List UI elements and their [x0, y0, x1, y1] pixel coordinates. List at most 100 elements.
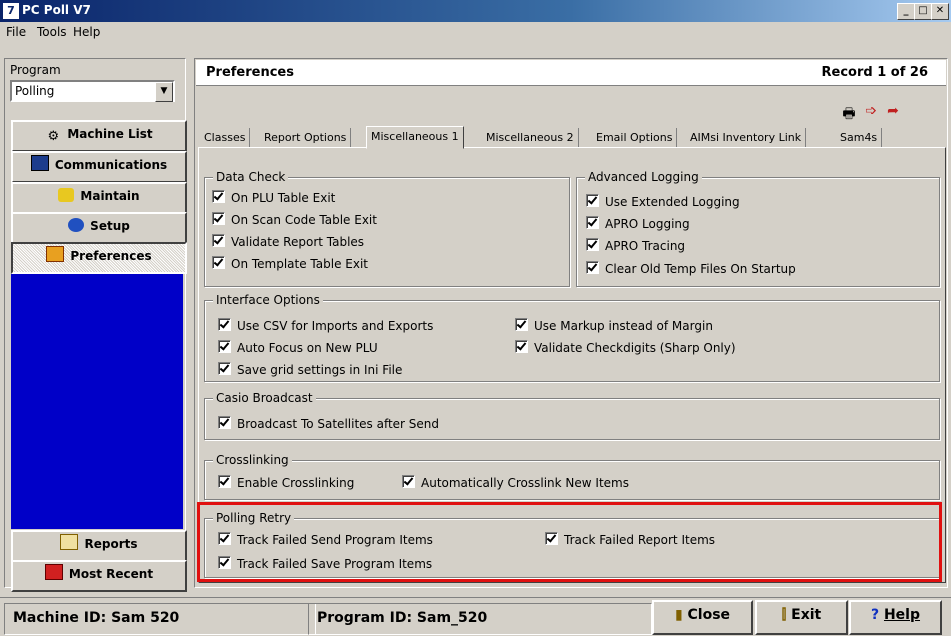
checkbox-checked-icon [218, 475, 231, 488]
window-title: PC Poll V7 [22, 3, 91, 17]
nav-most-recent-button[interactable]: Most Recent [11, 560, 187, 592]
checkbox-checked-icon [586, 216, 599, 229]
page-header: Preferences Record 1 of 26 [196, 60, 946, 86]
checkbox-checked-icon [218, 416, 231, 429]
nav-label: Reports [84, 537, 138, 551]
checkbox-save-grid-settings[interactable]: Save grid settings in Ini File [218, 362, 402, 377]
nav-preferences-button[interactable]: Preferences [11, 242, 187, 274]
checkbox-label: Enable Crosslinking [237, 476, 355, 490]
checkbox-validate-report-tables[interactable]: Validate Report Tables [212, 234, 364, 249]
checkbox-checked-icon [586, 238, 599, 251]
highlight-box [197, 502, 942, 582]
checkbox-label: APRO Tracing [605, 239, 686, 253]
menu-tools[interactable]: Tools [37, 25, 67, 39]
checkbox-checked-icon [586, 261, 599, 274]
checkbox-auto-focus-new-plu[interactable]: Auto Focus on New PLU [218, 340, 378, 355]
nav-machine-list-button[interactable]: ⚙ Machine List [11, 120, 187, 152]
checkbox-label: Validate Checkdigits (Sharp Only) [534, 341, 736, 355]
exit-label: Exit [791, 607, 822, 623]
setup-gear-icon [68, 218, 85, 232]
checkbox-on-scan-code-table-exit[interactable]: On Scan Code Table Exit [212, 212, 377, 227]
exit-icon: ⫿ [781, 607, 787, 623]
program-select-value: Polling [15, 84, 55, 98]
tab-miscellaneous-2[interactable]: Miscellaneous 2 [482, 128, 579, 147]
checkbox-checked-icon [515, 318, 528, 331]
print-icon[interactable]: 🖶 [840, 103, 858, 122]
checkbox-checked-icon [212, 190, 225, 203]
checkbox-checked-icon [218, 362, 231, 375]
nav-reports-button[interactable]: Reports [11, 530, 187, 562]
menu-help[interactable]: Help [73, 25, 100, 39]
checkbox-validate-checkdigits[interactable]: Validate Checkdigits (Sharp Only) [515, 340, 736, 355]
group-title: Data Check [213, 170, 289, 184]
nav-label: Communications [54, 158, 168, 172]
menu-file[interactable]: File [6, 25, 26, 39]
nav-communications-button[interactable]: Communications [11, 151, 187, 183]
checkbox-checked-icon [218, 318, 231, 331]
checkbox-label: Broadcast To Satellites after Send [237, 417, 440, 431]
close-icon: ▮ [674, 607, 683, 623]
group-title: Casio Broadcast [213, 391, 316, 405]
nav-setup-button[interactable]: Setup [11, 212, 187, 244]
title-bar: 7 PC Poll V7 _ □ ✕ [0, 0, 951, 22]
checkbox-use-extended-logging[interactable]: Use Extended Logging [586, 194, 740, 209]
program-select[interactable]: Polling ▼ [10, 80, 175, 102]
gears-icon: ⚙ [47, 129, 60, 144]
checkbox-label: Use CSV for Imports and Exports [237, 319, 434, 333]
checkbox-label: Use Markup instead of Margin [534, 319, 713, 333]
app-icon: 7 [3, 3, 19, 19]
machine-id-status: Machine ID: Sam 520 [4, 603, 316, 635]
page-title: Preferences [206, 65, 294, 80]
checkbox-use-csv[interactable]: Use CSV for Imports and Exports [218, 318, 433, 333]
exit-button[interactable]: ⫿ Exit [755, 600, 848, 635]
checkbox-auto-crosslink[interactable]: Automatically Crosslink New Items [402, 475, 629, 490]
checkbox-checked-icon [218, 340, 231, 353]
nav-maintain-button[interactable]: Maintain [11, 182, 187, 214]
checkbox-label: APRO Logging [605, 217, 690, 231]
checkbox-checked-icon [515, 340, 528, 353]
nav-label: Machine List [67, 127, 153, 141]
checkbox-use-markup[interactable]: Use Markup instead of Margin [515, 318, 713, 333]
checkbox-checked-icon [212, 234, 225, 247]
close-button[interactable]: ▮ Close [652, 600, 753, 635]
tab-classes[interactable]: Classes [200, 128, 251, 147]
checkbox-checked-icon [402, 475, 415, 488]
help-button[interactable]: ? Help [849, 600, 942, 635]
import-icon[interactable]: ➦ [884, 103, 902, 119]
reports-icon [60, 534, 79, 550]
group-title: Interface Options [213, 293, 323, 307]
nav-empty-area [11, 274, 183, 529]
program-id-status: Program ID: Sam_520 [308, 603, 652, 635]
checkbox-apro-logging[interactable]: APRO Logging [586, 216, 690, 231]
tab-aimsi-inventory-link[interactable]: AIMsi Inventory Link [686, 128, 807, 147]
tab-miscellaneous-1[interactable]: Miscellaneous 1 [366, 126, 464, 149]
checkbox-label: Clear Old Temp Files On Startup [605, 262, 796, 276]
maximize-button[interactable]: □ [914, 3, 932, 20]
network-icon [30, 155, 49, 171]
checkbox-label: On Template Table Exit [231, 257, 369, 271]
program-label: Program [10, 63, 61, 77]
checkbox-apro-tracing[interactable]: APRO Tracing [586, 238, 685, 253]
close-window-button[interactable]: ✕ [931, 3, 949, 20]
nav-label: Most Recent [68, 567, 154, 581]
checkbox-label: Validate Report Tables [231, 235, 365, 249]
tab-sam4s[interactable]: Sam4s [836, 128, 883, 147]
chevron-down-icon[interactable]: ▼ [155, 82, 173, 102]
group-title: Advanced Logging [585, 170, 702, 184]
tab-report-options[interactable]: Report Options [260, 128, 352, 147]
group-title: Crosslinking [213, 453, 292, 467]
minimize-button[interactable]: _ [897, 3, 915, 20]
checkbox-broadcast-to-satellites[interactable]: Broadcast To Satellites after Send [218, 416, 439, 431]
checkbox-on-template-table-exit[interactable]: On Template Table Exit [212, 256, 368, 271]
preferences-icon [46, 246, 65, 262]
checkbox-enable-crosslinking[interactable]: Enable Crosslinking [218, 475, 354, 490]
checkbox-label: Automatically Crosslink New Items [421, 476, 629, 490]
nav-label: Preferences [70, 249, 152, 263]
checkbox-label: On Scan Code Table Exit [231, 213, 377, 227]
export-icon[interactable]: ➩ [862, 103, 880, 119]
tab-email-options[interactable]: Email Options [592, 128, 678, 147]
menu-bar: File Tools Help [0, 22, 951, 42]
checkbox-clear-old-temp-files[interactable]: Clear Old Temp Files On Startup [586, 261, 796, 276]
checkbox-on-plu-table-exit[interactable]: On PLU Table Exit [212, 190, 335, 205]
checkbox-label: Auto Focus on New PLU [237, 341, 378, 355]
